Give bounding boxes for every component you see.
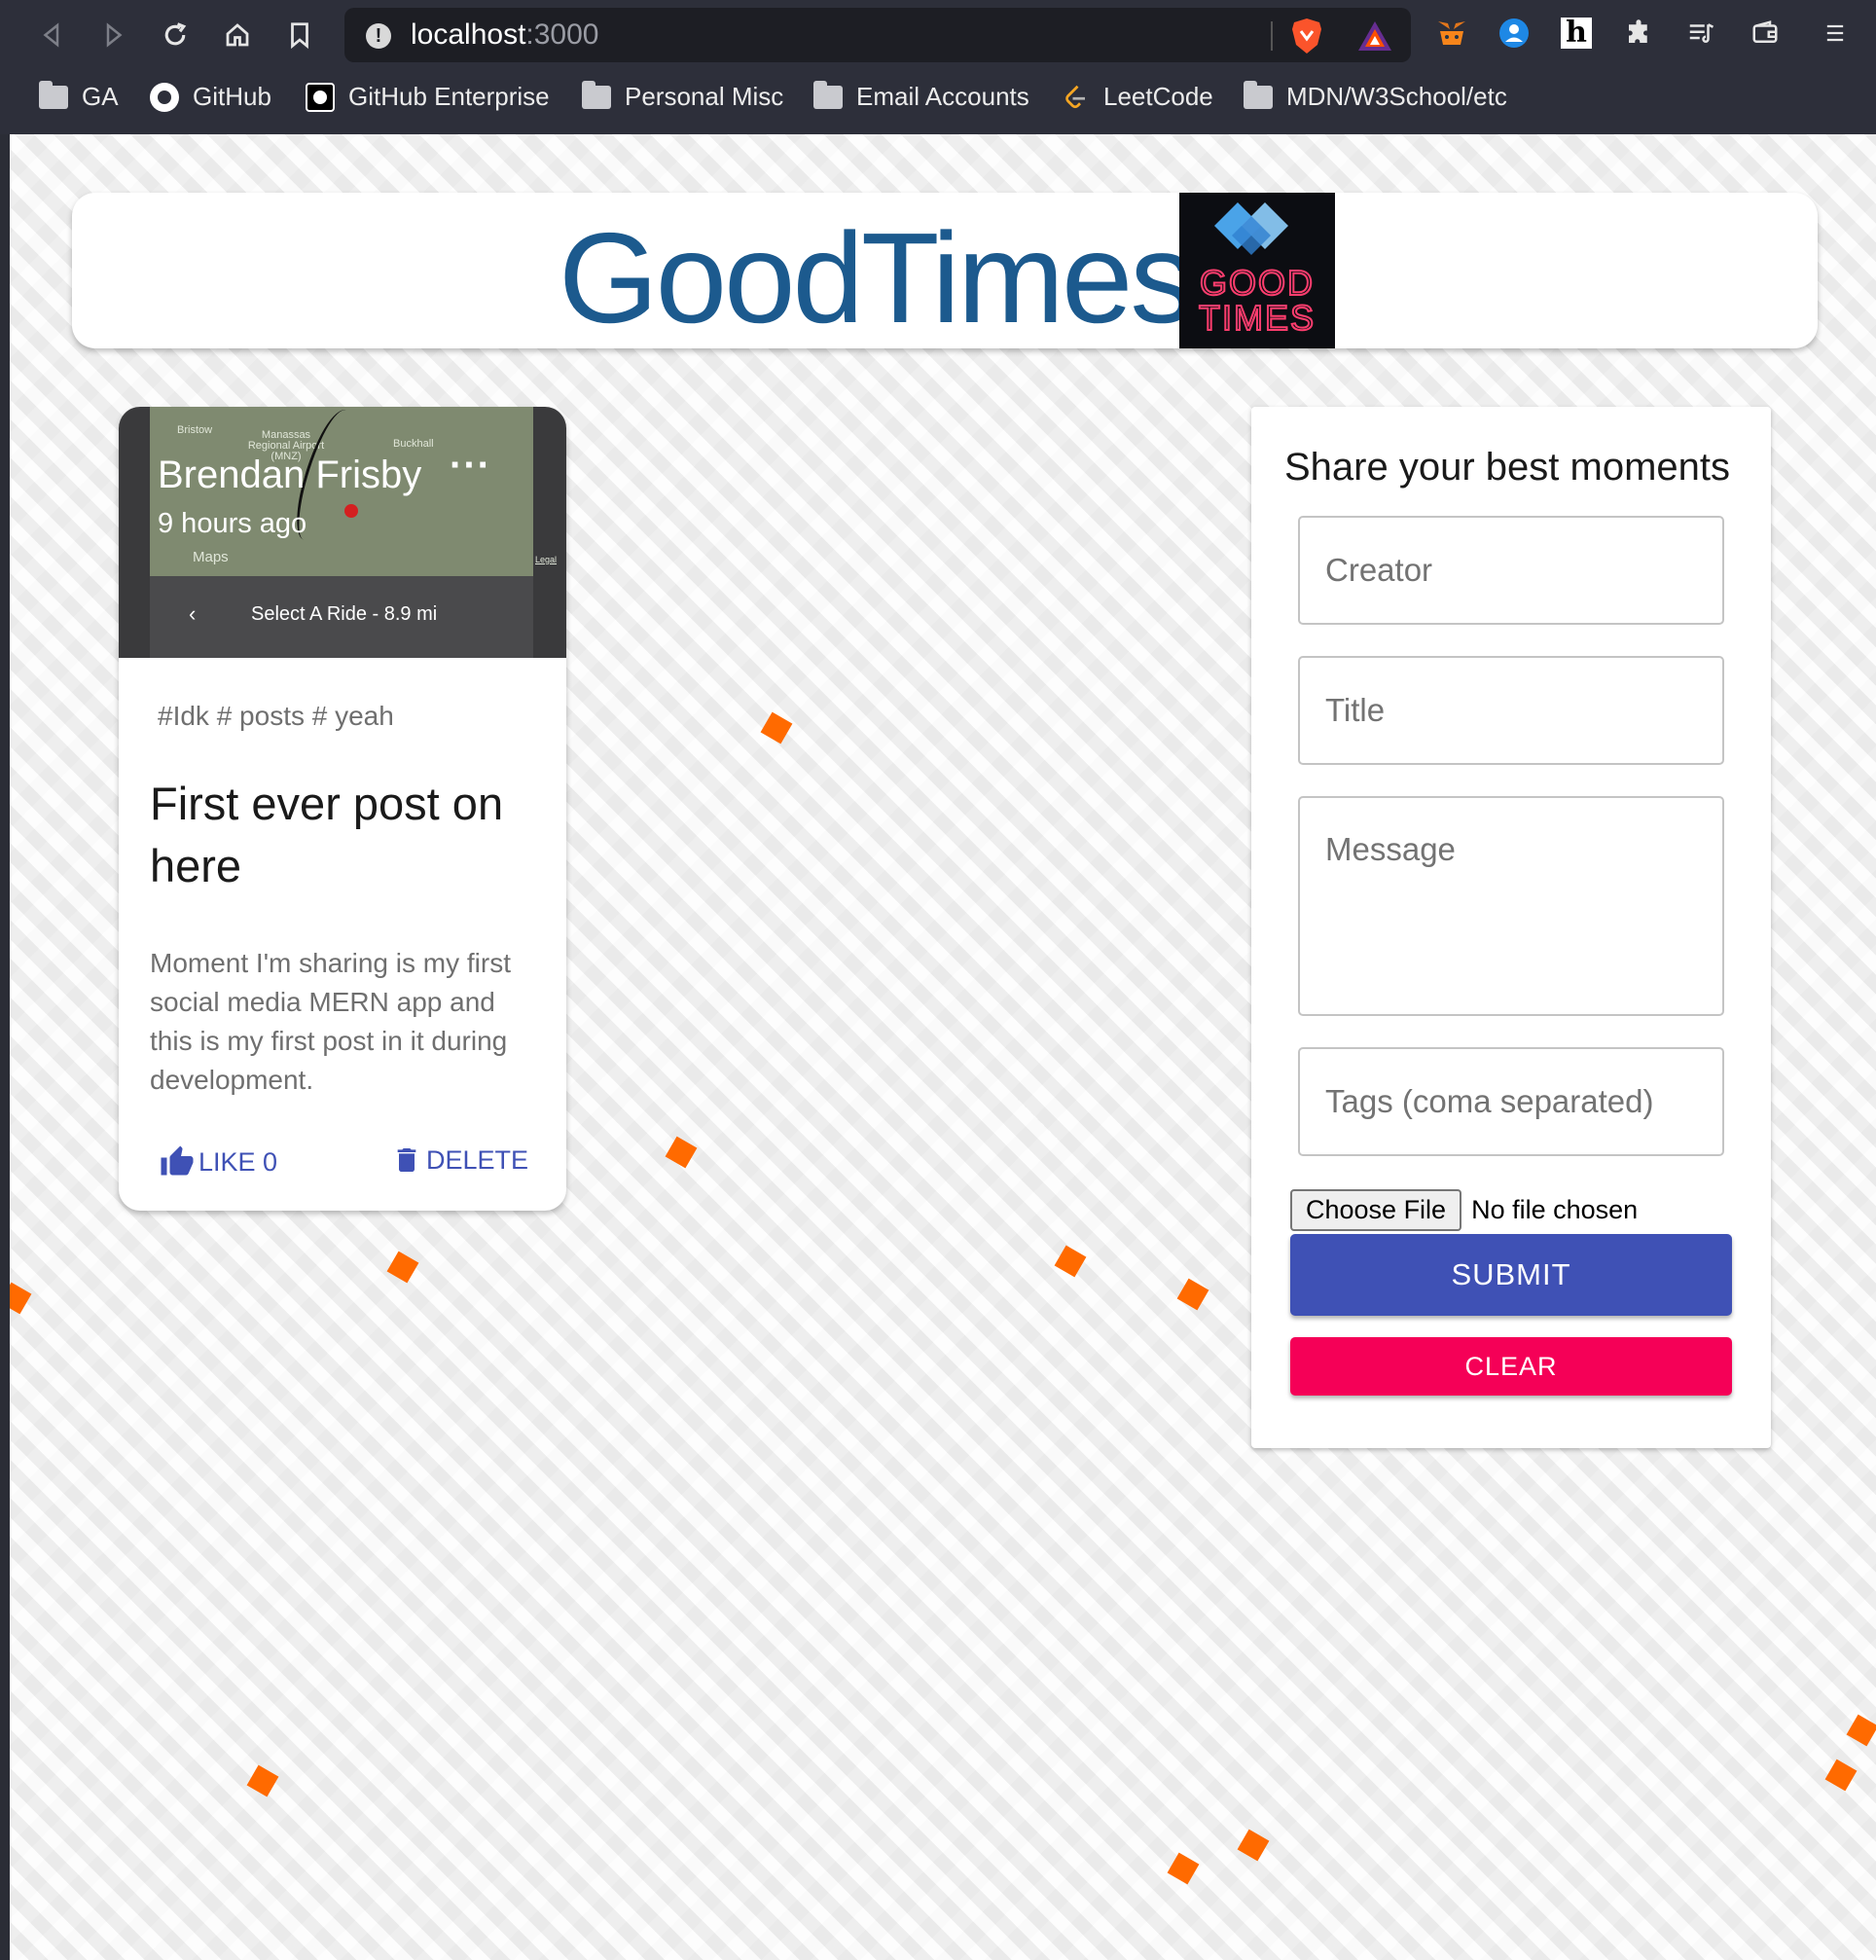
decor-diamond xyxy=(10,1282,32,1315)
post-title: First ever post on here xyxy=(150,778,504,891)
post-tags: #Idk # posts # yeah xyxy=(158,701,394,731)
app-title: GoodTimes xyxy=(559,206,1194,349)
menu-icon[interactable] xyxy=(1818,16,1853,51)
post-message: Moment I'm sharing is my first social me… xyxy=(150,948,511,1095)
back-icon[interactable] xyxy=(31,14,74,56)
tags-input[interactable] xyxy=(1298,1047,1724,1156)
bookmark-label: Personal Misc xyxy=(625,82,784,111)
form-title: Share your best moments xyxy=(1284,446,1730,489)
folder-icon xyxy=(582,80,611,109)
bookmark-label: MDN/W3School/etc xyxy=(1286,82,1507,111)
title-input[interactable] xyxy=(1298,656,1724,765)
map-label: Legal xyxy=(535,555,558,564)
browser-chrome: ! localhost:3000 h GA GitHub GitHub Ente… xyxy=(0,0,1876,134)
bookmark-email-accounts[interactable]: Email Accounts xyxy=(813,80,1029,112)
bookmark-personal-misc[interactable]: Personal Misc xyxy=(582,80,784,112)
bookmark-label: Email Accounts xyxy=(856,82,1029,111)
decor-diamond xyxy=(246,1764,279,1797)
page-background: GoodTimes GOOD TIMES Bristow Manassas Re… xyxy=(10,134,1876,1960)
map-label: Maps xyxy=(193,549,229,565)
app-header: GoodTimes GOOD TIMES xyxy=(72,193,1818,349)
folder-icon xyxy=(1244,80,1273,109)
map-label: Bristow xyxy=(177,424,213,436)
extensions-puzzle-icon[interactable] xyxy=(1621,16,1656,51)
url-port: :3000 xyxy=(525,18,599,51)
site-info-icon[interactable]: ! xyxy=(366,23,391,49)
file-status: No file chosen xyxy=(1471,1195,1639,1224)
creator-input[interactable] xyxy=(1298,516,1724,625)
bookmark-mdn[interactable]: MDN/W3School/etc xyxy=(1244,80,1507,112)
more-options-icon[interactable]: ··· xyxy=(450,444,491,488)
forward-icon[interactable] xyxy=(91,14,134,56)
playlist-icon[interactable] xyxy=(1683,16,1718,51)
bookmark-github-enterprise[interactable]: GitHub Enterprise xyxy=(306,82,550,112)
bookmark-label: GitHub Enterprise xyxy=(348,82,550,111)
bookmark-label: GA xyxy=(82,82,119,111)
profile-extension-icon[interactable] xyxy=(1497,16,1532,51)
create-post-form: Share your best moments Choose File No f… xyxy=(1251,407,1771,1448)
github-enterprise-icon xyxy=(306,82,335,112)
app-logo: GOOD TIMES xyxy=(1179,193,1335,348)
thumb-up-icon xyxy=(161,1145,194,1176)
bookmark-label: LeetCode xyxy=(1103,82,1213,111)
trash-icon xyxy=(397,1148,416,1172)
bookmark-icon[interactable] xyxy=(278,14,321,56)
map-label: Buckhall xyxy=(393,438,434,450)
delete-label: DELETE xyxy=(426,1144,529,1175)
delete-button[interactable]: DELETE xyxy=(391,1144,528,1176)
url-text[interactable]: localhost:3000 xyxy=(411,18,598,52)
decor-diamond xyxy=(1176,1278,1209,1311)
h-extension-label: h xyxy=(1561,18,1592,49)
clear-button[interactable]: CLEAR xyxy=(1290,1337,1732,1396)
home-icon[interactable] xyxy=(216,14,259,56)
github-icon xyxy=(150,82,179,112)
reload-icon[interactable] xyxy=(154,14,197,56)
decor-diamond xyxy=(665,1136,698,1169)
post-card: Bristow Manassas Regional Airport (MNZ) … xyxy=(119,407,566,1211)
ride-back-icon: ‹ xyxy=(189,601,197,626)
decor-diamond xyxy=(1167,1852,1200,1885)
bookmarks-bar: GA GitHub GitHub Enterprise Personal Mis… xyxy=(0,74,1876,123)
bookmark-label: GitHub xyxy=(193,82,271,111)
decor-diamond xyxy=(760,711,793,744)
decor-diamond xyxy=(1846,1714,1876,1747)
url-separator xyxy=(1271,21,1273,51)
file-input: Choose File No file chosen xyxy=(1290,1189,1638,1231)
folder-icon xyxy=(813,80,843,109)
bookmark-ga[interactable]: GA xyxy=(39,80,119,112)
leetcode-icon xyxy=(1065,85,1085,108)
folder-icon xyxy=(39,80,68,109)
like-label: LIKE 0 xyxy=(198,1146,278,1177)
post-image: Bristow Manassas Regional Airport (MNZ) … xyxy=(119,407,566,658)
url-host: localhost xyxy=(411,18,526,51)
decor-diamond xyxy=(1237,1829,1270,1862)
decor-diamond xyxy=(1824,1759,1858,1792)
message-input[interactable] xyxy=(1298,796,1724,1016)
brave-rewards-icon[interactable] xyxy=(1356,19,1393,53)
bookmark-leetcode[interactable]: LeetCode xyxy=(1061,82,1213,112)
h-extension-icon[interactable]: h xyxy=(1559,16,1594,51)
map-pin-icon xyxy=(344,504,358,518)
decor-diamond xyxy=(386,1251,419,1284)
ride-bar: ‹ Select A Ride - 8.9 mi xyxy=(150,576,533,658)
ride-text: Select A Ride - 8.9 mi xyxy=(251,603,438,625)
submit-button[interactable]: SUBMIT xyxy=(1290,1234,1732,1316)
bookmark-github[interactable]: GitHub xyxy=(150,82,271,112)
decor-diamond xyxy=(1054,1245,1087,1278)
post-author: Brendan Frisby xyxy=(158,454,422,496)
brave-shields-icon[interactable] xyxy=(1290,18,1323,54)
post-time: 9 hours ago xyxy=(158,508,307,539)
metamask-icon[interactable] xyxy=(1434,16,1469,51)
logo-text-line2: TIMES xyxy=(1198,297,1316,339)
address-bar[interactable]: ! localhost:3000 xyxy=(344,8,1411,62)
choose-file-button[interactable]: Choose File xyxy=(1290,1189,1462,1231)
logo-diamond-icon xyxy=(1214,202,1288,255)
like-button[interactable]: LIKE 0 xyxy=(160,1144,277,1180)
wallet-icon[interactable] xyxy=(1748,16,1783,51)
